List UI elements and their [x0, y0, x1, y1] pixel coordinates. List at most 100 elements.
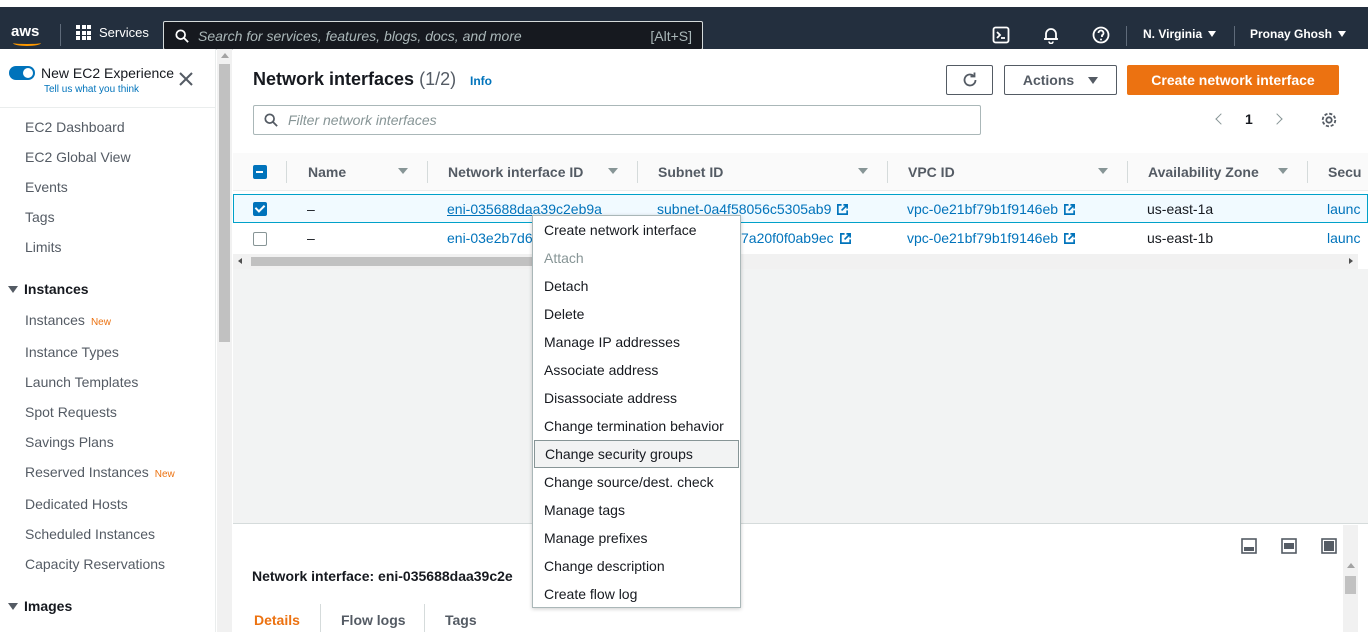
global-search-input[interactable]: [189, 27, 651, 44]
column-header-subnet-id[interactable]: Subnet ID: [658, 164, 723, 180]
menu-item-create-flow-log[interactable]: Create flow log: [533, 580, 740, 608]
menu-item-attach: Attach: [544, 250, 584, 266]
nav-separator: [1234, 26, 1235, 46]
vpc-link[interactable]: vpc-0e21bf79b1f9146eb: [907, 230, 1058, 246]
menu-item-manage-prefixes[interactable]: Manage prefixes: [533, 524, 740, 552]
new-experience-toggle[interactable]: [9, 66, 35, 80]
region-selector[interactable]: N. Virginia: [1143, 27, 1217, 41]
scrollbar-thumb[interactable]: [1345, 576, 1356, 594]
search-icon: [264, 113, 278, 127]
column-header-network-interface-id[interactable]: Network interface ID: [448, 164, 583, 180]
menu-item-change-description[interactable]: Change description: [533, 552, 740, 580]
page-number[interactable]: 1: [1245, 111, 1253, 127]
tab-details[interactable]: Details: [254, 612, 300, 628]
split-panel-scrollbar[interactable]: [1343, 525, 1358, 632]
new-experience-label: New EC2 Experience: [41, 65, 175, 81]
panel-side-icon[interactable]: [1281, 538, 1297, 554]
sidebar-item-instances[interactable]: Instances New: [25, 312, 111, 328]
sort-icon[interactable]: [398, 168, 408, 174]
sidebar-scrollbar[interactable]: [217, 49, 232, 632]
table-row[interactable]: – eni-03e2b7d6 7a20f0f0ab9ec vpc-0e21bf7…: [233, 224, 1368, 253]
sort-icon[interactable]: [858, 168, 868, 174]
menu-item-delete[interactable]: Delete: [533, 300, 740, 328]
table-row[interactable]: – eni-035688daa39c2eb9a subnet-0a4f58056…: [233, 194, 1368, 223]
bell-icon[interactable]: [1042, 26, 1060, 44]
sort-icon[interactable]: [1278, 168, 1288, 174]
cell-security-group[interactable]: launc: [1327, 201, 1360, 217]
menu-item-create-network-interface[interactable]: Create network interface: [533, 216, 740, 244]
tab-flow-logs[interactable]: Flow logs: [341, 612, 406, 628]
filter-box[interactable]: [253, 105, 981, 135]
row-checkbox[interactable]: [253, 202, 267, 216]
sidebar-item-limits[interactable]: Limits: [25, 239, 62, 255]
cell-vpc-id[interactable]: vpc-0e21bf79b1f9146eb: [907, 230, 1076, 246]
menu-item-detach[interactable]: Detach: [533, 272, 740, 300]
cell-name: –: [307, 230, 315, 246]
main-content: Network interfaces (1/2) Info Actions Cr…: [233, 49, 1368, 632]
scroll-right-icon[interactable]: [1349, 258, 1353, 264]
feedback-link[interactable]: Tell us what you think: [44, 84, 139, 95]
sidebar-item-events[interactable]: Events: [25, 179, 68, 195]
sidebar-section-images[interactable]: Images: [8, 598, 72, 614]
tab-separator: [424, 604, 425, 632]
sort-icon[interactable]: [1098, 168, 1108, 174]
panel-full-icon[interactable]: [1321, 538, 1337, 554]
menu-item-manage-tags[interactable]: Manage tags: [533, 496, 740, 524]
table-horizontal-scrollbar[interactable]: [233, 254, 1358, 269]
column-header-availability-zone[interactable]: Availability Zone: [1148, 164, 1259, 180]
scroll-up-icon[interactable]: [221, 53, 229, 58]
sidebar-item-savings-plans[interactable]: Savings Plans: [25, 434, 114, 450]
sidebar-item-dedicated-hosts[interactable]: Dedicated Hosts: [25, 496, 128, 512]
cell-network-interface-id[interactable]: eni-03e2b7d6: [447, 230, 533, 246]
aws-logo[interactable]: aws: [11, 23, 45, 47]
filter-input[interactable]: [278, 112, 980, 128]
cell-security-group[interactable]: launc: [1327, 230, 1360, 246]
services-menu-button[interactable]: Services: [76, 25, 149, 40]
select-all-checkbox[interactable]: [253, 165, 267, 179]
panel-bottom-icon[interactable]: [1241, 538, 1257, 554]
sidebar-item-ec2-global-view[interactable]: EC2 Global View: [25, 149, 131, 165]
menu-item-change-source-dest-check[interactable]: Change source/dest. check: [533, 468, 740, 496]
help-icon[interactable]: [1092, 26, 1110, 44]
sidebar-item-spot-requests[interactable]: Spot Requests: [25, 404, 117, 420]
sidebar-item-capacity-reservations[interactable]: Capacity Reservations: [25, 556, 165, 572]
subnet-link[interactable]: 7a20f0f0ab9ec: [741, 230, 834, 246]
info-link[interactable]: Info: [470, 74, 492, 88]
scroll-left-icon[interactable]: [238, 258, 242, 264]
cell-subnet-id[interactable]: 7a20f0f0ab9ec: [741, 230, 852, 246]
menu-item-change-security-groups[interactable]: Change security groups: [534, 440, 739, 468]
global-search[interactable]: [Alt+S]: [163, 21, 703, 50]
menu-item-change-termination-behavior[interactable]: Change termination behavior: [533, 412, 740, 440]
scroll-up-icon[interactable]: [1347, 563, 1355, 568]
account-menu[interactable]: Pronay Ghosh: [1250, 27, 1347, 41]
sort-icon[interactable]: [608, 168, 618, 174]
sidebar-item-scheduled-instances[interactable]: Scheduled Instances: [25, 526, 155, 542]
column-header-name[interactable]: Name: [308, 164, 346, 180]
create-network-interface-button[interactable]: Create network interface: [1127, 65, 1339, 95]
vpc-link[interactable]: vpc-0e21bf79b1f9146eb: [907, 201, 1058, 217]
column-header-vpc-id[interactable]: VPC ID: [908, 164, 955, 180]
column-header-security[interactable]: Secu: [1328, 164, 1361, 180]
column-separator: [637, 161, 638, 183]
sidebar-section-instances[interactable]: Instances: [8, 281, 89, 297]
sidebar-item-instance-types[interactable]: Instance Types: [25, 344, 119, 360]
tab-tags[interactable]: Tags: [445, 612, 477, 628]
scrollbar-thumb[interactable]: [219, 64, 230, 342]
row-checkbox[interactable]: [253, 232, 267, 246]
gear-icon[interactable]: [1320, 111, 1338, 129]
chevron-left-icon[interactable]: [1215, 113, 1227, 125]
actions-button[interactable]: Actions: [1004, 65, 1117, 95]
sidebar-item-ec2-dashboard[interactable]: EC2 Dashboard: [25, 119, 125, 135]
scrollbar-thumb[interactable]: [251, 257, 561, 266]
sidebar-item-reserved-instances[interactable]: Reserved Instances New: [25, 464, 175, 480]
refresh-button[interactable]: [946, 65, 993, 95]
chevron-right-icon[interactable]: [1271, 113, 1283, 125]
menu-item-disassociate-address[interactable]: Disassociate address: [533, 384, 740, 412]
sidebar-item-launch-templates[interactable]: Launch Templates: [25, 374, 138, 390]
cell-vpc-id[interactable]: vpc-0e21bf79b1f9146eb: [907, 201, 1076, 217]
menu-item-manage-ip-addresses[interactable]: Manage IP addresses: [533, 328, 740, 356]
sidebar-item-tags[interactable]: Tags: [25, 209, 55, 225]
cloudshell-icon[interactable]: [992, 26, 1010, 44]
menu-item-associate-address[interactable]: Associate address: [533, 356, 740, 384]
close-icon[interactable]: [178, 71, 194, 87]
